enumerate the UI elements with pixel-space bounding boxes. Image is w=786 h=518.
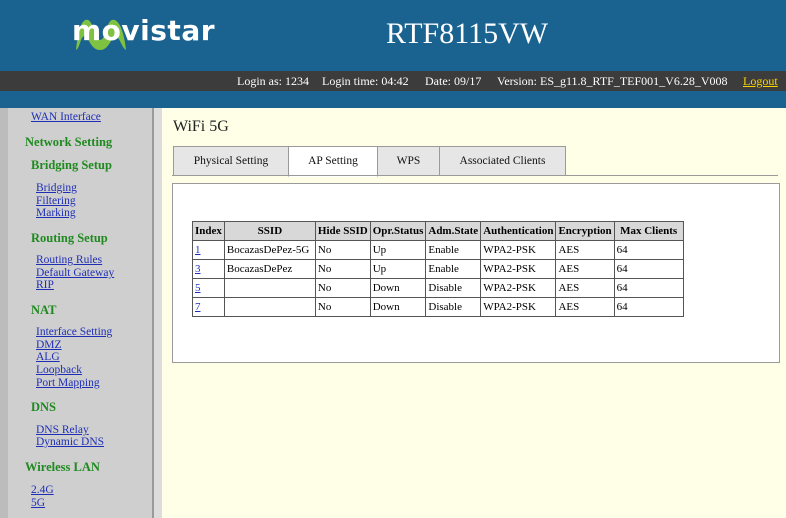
table-header-row: Index SSID Hide SSID Opr.Status Adm.Stat…: [192, 221, 684, 241]
sidebar-section-network-setting[interactable]: Network Setting: [25, 135, 112, 150]
adm-state-cell: Disable: [425, 297, 482, 317]
hide-ssid-cell: No: [314, 278, 371, 298]
ssid-cell: BocazasDePez-5G: [223, 240, 316, 260]
adm-state-cell: Enable: [425, 259, 482, 279]
opr-status-cell: Down: [369, 278, 427, 298]
index-link[interactable]: 1: [195, 244, 201, 256]
sidebar-item-rip[interactable]: RIP: [36, 279, 54, 291]
authentication-cell: WPA2-PSK: [480, 259, 557, 279]
authentication-cell: WPA2-PSK: [480, 297, 557, 317]
max-clients-cell: 64: [613, 240, 684, 260]
date-text: Date: 09/17: [425, 74, 482, 88]
column-header-encryption: Encryption: [555, 221, 615, 241]
encryption-cell: AES: [555, 240, 615, 260]
hide-ssid-cell: No: [314, 240, 371, 260]
max-clients-cell: 64: [613, 297, 684, 317]
version-text: Version: ES_g11.8_RTF_TEF001_V6.28_V008: [497, 74, 728, 88]
table-row: 5 No Down Disable WPA2-PSK AES 64: [192, 278, 684, 298]
table-row: 1 BocazasDePez-5G No Up Enable WPA2-PSK …: [192, 240, 684, 260]
sidebar-border: [0, 108, 8, 518]
sidebar-item-wifi-5g[interactable]: 5G: [31, 497, 45, 509]
encryption-cell: AES: [555, 278, 615, 298]
sub-header-bar: [0, 91, 786, 108]
column-header-max-clients: Max Clients: [613, 221, 684, 241]
sidebar-item-bridging[interactable]: Bridging: [36, 182, 77, 194]
sidebar-item-dns-relay[interactable]: DNS Relay: [36, 424, 89, 436]
tab-physical-setting[interactable]: Physical Setting: [173, 146, 289, 176]
sidebar-item-wan-interface[interactable]: WAN Interface: [31, 111, 101, 123]
sidebar-item-filtering[interactable]: Filtering: [36, 195, 76, 207]
index-link[interactable]: 5: [195, 282, 201, 294]
sidebar-section-wireless-lan[interactable]: Wireless LAN: [25, 460, 100, 475]
column-header-opr-status: Opr.Status: [369, 221, 427, 241]
index-link[interactable]: 3: [195, 263, 201, 275]
sidebar-item-loopback[interactable]: Loopback: [36, 364, 82, 376]
page-title: WiFi 5G: [173, 118, 229, 135]
sidebar-item-dmz[interactable]: DMZ: [36, 339, 62, 351]
column-header-hide-ssid: Hide SSID: [314, 221, 371, 241]
sidebar-item-marking[interactable]: Marking: [36, 207, 76, 219]
tab-ap-setting[interactable]: AP Setting: [288, 146, 378, 177]
hide-ssid-cell: No: [314, 259, 371, 279]
sidebar-group-nat[interactable]: NAT: [31, 303, 56, 318]
hide-ssid-cell: No: [314, 297, 371, 317]
ssid-cell: [223, 278, 316, 298]
logout-link[interactable]: Logout: [743, 74, 778, 89]
table-row: 7 No Down Disable WPA2-PSK AES 64: [192, 297, 684, 317]
max-clients-cell: 64: [613, 259, 684, 279]
sidebar-item-interface-setting[interactable]: Interface Setting: [36, 326, 112, 338]
max-clients-cell: 64: [613, 278, 684, 298]
sidebar-item-dynamic-dns[interactable]: Dynamic DNS: [36, 436, 104, 448]
brand-name: movistar: [72, 14, 216, 47]
status-bar: Login as: 1234 Login time: 04:42 Date: 0…: [0, 71, 786, 91]
adm-state-cell: Enable: [425, 240, 482, 260]
adm-state-cell: Disable: [425, 278, 482, 298]
column-header-index: Index: [192, 221, 225, 241]
sidebar-item-port-mapping[interactable]: Port Mapping: [36, 377, 100, 389]
column-header-authentication: Authentication: [480, 221, 557, 241]
sidebar-group-dns[interactable]: DNS: [31, 400, 56, 415]
sidebar-group-bridging-setup[interactable]: Bridging Setup: [31, 158, 112, 173]
authentication-cell: WPA2-PSK: [480, 240, 557, 260]
opr-status-cell: Down: [369, 297, 427, 317]
sidebar-item-routing-rules[interactable]: Routing Rules: [36, 254, 102, 266]
index-link[interactable]: 7: [195, 301, 201, 313]
column-header-adm-state: Adm.State: [425, 221, 482, 241]
ssid-cell: [223, 297, 316, 317]
opr-status-cell: Up: [369, 259, 427, 279]
ap-table: Index SSID Hide SSID Opr.Status Adm.Stat…: [192, 221, 684, 317]
device-model-title: RTF8115VW: [386, 17, 549, 50]
sidebar-scroll-track: [154, 108, 162, 518]
column-header-ssid: SSID: [223, 221, 316, 241]
sidebar-item-wifi-24g[interactable]: 2.4G: [31, 484, 54, 496]
ssid-cell: BocazasDePez: [223, 259, 316, 279]
sidebar-group-routing-setup[interactable]: Routing Setup: [31, 231, 108, 246]
header-bar: movistar RTF8115VW: [0, 0, 786, 71]
tab-wps[interactable]: WPS: [377, 146, 440, 176]
tab-divider: [172, 175, 778, 176]
table-row: 3 BocazasDePez No Up Enable WPA2-PSK AES…: [192, 259, 684, 279]
sidebar-item-alg[interactable]: ALG: [36, 351, 60, 363]
tab-associated-clients[interactable]: Associated Clients: [439, 146, 566, 176]
login-time-text: Login time: 04:42: [322, 74, 409, 88]
sidebar-item-default-gateway[interactable]: Default Gateway: [36, 267, 114, 279]
opr-status-cell: Up: [369, 240, 427, 260]
authentication-cell: WPA2-PSK: [480, 278, 557, 298]
encryption-cell: AES: [555, 297, 615, 317]
encryption-cell: AES: [555, 259, 615, 279]
login-as-text: Login as: 1234: [237, 74, 309, 88]
